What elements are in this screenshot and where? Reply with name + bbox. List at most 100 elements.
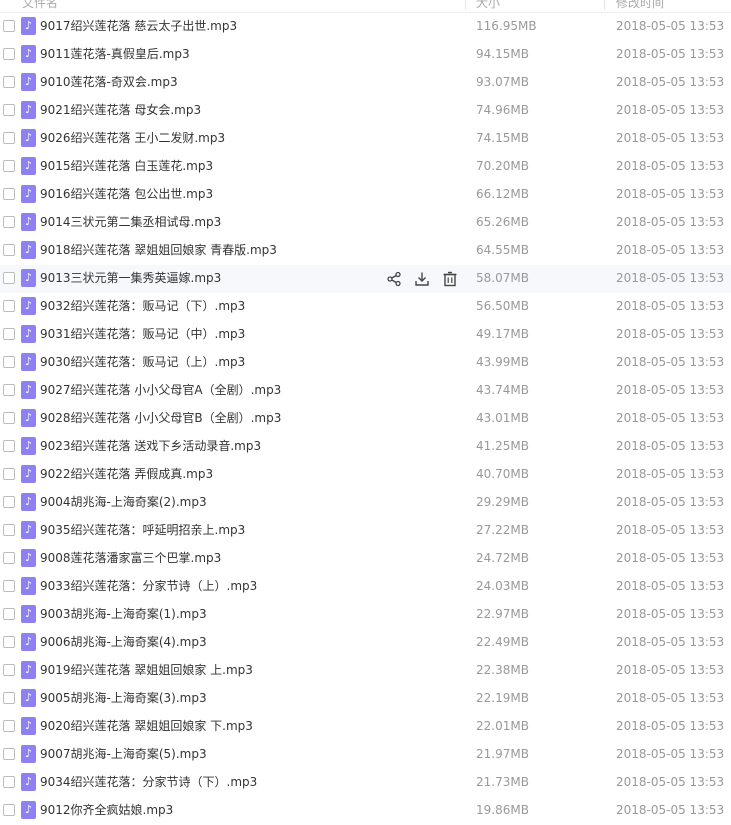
row-checkbox[interactable] bbox=[3, 104, 15, 116]
row-checkbox[interactable] bbox=[3, 608, 15, 620]
file-size: 93.07MB bbox=[476, 75, 529, 89]
file-modified-time: 2018-05-05 13:53 bbox=[616, 75, 725, 89]
file-row[interactable]: ♪ 9010莲花落-奇双会.mp3 93.07MB 2018-05-05 13:53 bbox=[0, 69, 731, 97]
file-row[interactable]: ♪ 9027绍兴莲花落 小小父母官A（全剧）.mp3 43.74MB 2018-05-… bbox=[0, 377, 731, 405]
row-checkbox[interactable] bbox=[3, 48, 15, 60]
row-checkbox[interactable] bbox=[3, 76, 15, 88]
file-row[interactable]: ♪ 9003胡兆海-上海奇案(1).mp3 22.97MB 2018-05-05 13… bbox=[0, 601, 731, 629]
file-row[interactable]: ♪ 9035绍兴莲花落：呼延明招亲上.mp3 27.22MB 2018-05-05 1… bbox=[0, 517, 731, 545]
file-name[interactable]: 9017绍兴莲花落 慈云太子出世.mp3 bbox=[40, 13, 237, 40]
file-row[interactable]: ♪ 9022绍兴莲花落 弄假成真.mp3 40.70MB 2018-05-05 13:… bbox=[0, 461, 731, 489]
file-name[interactable]: 9021绍兴莲花落 母女会.mp3 bbox=[40, 97, 201, 124]
header-size[interactable]: 大小 bbox=[476, 0, 500, 11]
file-row[interactable]: ♪ 9015绍兴莲花落 白玉莲花.mp3 70.20MB 2018-05-05 13:… bbox=[0, 153, 731, 181]
file-name[interactable]: 9004胡兆海-上海奇案(2).mp3 bbox=[40, 489, 207, 516]
file-name[interactable]: 9027绍兴莲花落 小小父母官A（全剧）.mp3 bbox=[40, 377, 281, 404]
file-row[interactable]: ♪ 9031绍兴莲花落：贩马记（中）.mp3 49.17MB 2018-05-05 1… bbox=[0, 321, 731, 349]
file-name[interactable]: 9033绍兴莲花落：分家节诗（上）.mp3 bbox=[40, 573, 257, 600]
file-row[interactable]: ♪ 9033绍兴莲花落：分家节诗（上）.mp3 24.03MB 2018-05-05 … bbox=[0, 573, 731, 601]
row-checkbox[interactable] bbox=[3, 552, 15, 564]
row-checkbox[interactable] bbox=[3, 356, 15, 368]
file-name[interactable]: 9031绍兴莲花落：贩马记（中）.mp3 bbox=[40, 321, 245, 348]
file-row[interactable]: ♪ 9012你齐全疯姑娘.mp3 19.86MB 2018-05-05 13:53 bbox=[0, 797, 731, 825]
file-row[interactable]: ♪ 9006胡兆海-上海奇案(4).mp3 22.49MB 2018-05-05 13… bbox=[0, 629, 731, 657]
row-checkbox[interactable] bbox=[3, 20, 15, 32]
file-row[interactable]: ♪ 9030绍兴莲花落：贩马记（上）.mp3 43.99MB 2018-05-05 1… bbox=[0, 349, 731, 377]
file-name[interactable]: 9035绍兴莲花落：呼延明招亲上.mp3 bbox=[40, 517, 245, 544]
file-name[interactable]: 9030绍兴莲花落：贩马记（上）.mp3 bbox=[40, 349, 245, 376]
share-icon[interactable] bbox=[386, 271, 402, 287]
file-row[interactable]: ♪ 9014三状元第二集丞相试母.mp3 65.26MB 2018-05-05 13:… bbox=[0, 209, 731, 237]
file-name[interactable]: 9013三状元第一集秀英逼嫁.mp3 bbox=[40, 265, 221, 292]
file-row[interactable]: ♪ 9011莲花落-真假皇后.mp3 94.15MB 2018-05-05 13:53 bbox=[0, 41, 731, 69]
file-name[interactable]: 9019绍兴莲花落 翠姐姐回娘家 上.mp3 bbox=[40, 657, 253, 684]
file-name[interactable]: 9006胡兆海-上海奇案(4).mp3 bbox=[40, 629, 207, 656]
file-name[interactable]: 9032绍兴莲花落：贩马记（下）.mp3 bbox=[40, 293, 245, 320]
row-checkbox[interactable] bbox=[3, 664, 15, 676]
file-name[interactable]: 9005胡兆海-上海奇案(3).mp3 bbox=[40, 685, 207, 712]
row-checkbox[interactable] bbox=[3, 440, 15, 452]
file-row[interactable]: ♪ 9005胡兆海-上海奇案(3).mp3 22.19MB 2018-05-05 13… bbox=[0, 685, 731, 713]
file-row[interactable]: ♪ 9026绍兴莲花落 王小二发财.mp3 74.15MB 2018-05-05 13… bbox=[0, 125, 731, 153]
file-name[interactable]: 9014三状元第二集丞相试母.mp3 bbox=[40, 209, 221, 236]
file-name[interactable]: 9016绍兴莲花落 包公出世.mp3 bbox=[40, 181, 213, 208]
row-checkbox[interactable] bbox=[3, 300, 15, 312]
row-checkbox[interactable] bbox=[3, 132, 15, 144]
row-checkbox[interactable] bbox=[3, 272, 15, 284]
file-row[interactable]: ♪ 9023绍兴莲花落 送戏下乡活动录音.mp3 41.25MB 2018-05-05… bbox=[0, 433, 731, 461]
row-checkbox[interactable] bbox=[3, 216, 15, 228]
file-size: 21.97MB bbox=[476, 747, 529, 761]
file-row[interactable]: ♪ 9013三状元第一集秀英逼嫁.mp3 58.07MB 2018-05-05 13:… bbox=[0, 265, 731, 293]
file-row[interactable]: ♪ 9019绍兴莲花落 翠姐姐回娘家 上.mp3 22.38MB 2018-05-05… bbox=[0, 657, 731, 685]
row-checkbox[interactable] bbox=[3, 720, 15, 732]
file-row[interactable]: ♪ 9028绍兴莲花落 小小父母官B（全剧）.mp3 43.01MB 2018-05-… bbox=[0, 405, 731, 433]
row-checkbox[interactable] bbox=[3, 384, 15, 396]
file-name[interactable]: 9018绍兴莲花落 翠姐姐回娘家 青春版.mp3 bbox=[40, 237, 277, 264]
row-checkbox[interactable] bbox=[3, 188, 15, 200]
file-row[interactable]: ♪ 9016绍兴莲花落 包公出世.mp3 66.12MB 2018-05-05 13:… bbox=[0, 181, 731, 209]
download-icon[interactable] bbox=[414, 271, 430, 287]
file-row[interactable]: ♪ 9034绍兴莲花落：分家节诗（下）.mp3 21.73MB 2018-05-05 … bbox=[0, 769, 731, 797]
header-time[interactable]: 修改时间 bbox=[616, 0, 664, 11]
file-row[interactable]: ♪ 9017绍兴莲花落 慈云太子出世.mp3 116.95MB 2018-05-05 … bbox=[0, 13, 731, 41]
file-row[interactable]: ♪ 9007胡兆海-上海奇案(5).mp3 21.97MB 2018-05-05 13… bbox=[0, 741, 731, 769]
row-checkbox[interactable] bbox=[3, 636, 15, 648]
trash-icon[interactable] bbox=[442, 271, 458, 287]
file-row[interactable]: ♪ 9021绍兴莲花落 母女会.mp3 74.96MB 2018-05-05 13:5… bbox=[0, 97, 731, 125]
file-name[interactable]: 9015绍兴莲花落 白玉莲花.mp3 bbox=[40, 153, 213, 180]
row-checkbox[interactable] bbox=[3, 748, 15, 760]
row-checkbox[interactable] bbox=[3, 524, 15, 536]
row-checkbox[interactable] bbox=[3, 804, 15, 816]
file-name[interactable]: 9008莲花落潘家富三个巴掌.mp3 bbox=[40, 545, 221, 572]
file-name[interactable]: 9028绍兴莲花落 小小父母官B（全剧）.mp3 bbox=[40, 405, 281, 432]
file-name[interactable]: 9012你齐全疯姑娘.mp3 bbox=[40, 797, 173, 824]
file-name[interactable]: 9026绍兴莲花落 王小二发财.mp3 bbox=[40, 125, 225, 152]
row-checkbox[interactable] bbox=[3, 496, 15, 508]
row-checkbox[interactable] bbox=[3, 468, 15, 480]
row-checkbox[interactable] bbox=[3, 328, 15, 340]
file-row[interactable]: ♪ 9008莲花落潘家富三个巴掌.mp3 24.72MB 2018-05-05 13:… bbox=[0, 545, 731, 573]
file-name[interactable]: 9034绍兴莲花落：分家节诗（下）.mp3 bbox=[40, 769, 257, 796]
row-checkbox[interactable] bbox=[3, 692, 15, 704]
file-modified-time: 2018-05-05 13:53 bbox=[616, 299, 725, 313]
header-name[interactable]: 文件名 bbox=[22, 0, 58, 11]
row-checkbox[interactable] bbox=[3, 580, 15, 592]
music-note-icon: ♪ bbox=[21, 297, 36, 315]
row-checkbox[interactable] bbox=[3, 160, 15, 172]
row-checkbox[interactable] bbox=[3, 776, 15, 788]
row-checkbox[interactable] bbox=[3, 244, 15, 256]
music-note-icon: ♪ bbox=[21, 633, 36, 651]
file-name[interactable]: 9011莲花落-真假皇后.mp3 bbox=[40, 41, 190, 68]
file-row[interactable]: ♪ 9020绍兴莲花落 翠姐姐回娘家 下.mp3 22.01MB 2018-05-05… bbox=[0, 713, 731, 741]
file-name[interactable]: 9023绍兴莲花落 送戏下乡活动录音.mp3 bbox=[40, 433, 261, 460]
row-checkbox[interactable] bbox=[3, 412, 15, 424]
file-name[interactable]: 9010莲花落-奇双会.mp3 bbox=[40, 69, 178, 96]
file-name[interactable]: 9007胡兆海-上海奇案(5).mp3 bbox=[40, 741, 207, 768]
file-name[interactable]: 9020绍兴莲花落 翠姐姐回娘家 下.mp3 bbox=[40, 713, 253, 740]
file-row[interactable]: ♪ 9032绍兴莲花落：贩马记（下）.mp3 56.50MB 2018-05-05 1… bbox=[0, 293, 731, 321]
file-row[interactable]: ♪ 9004胡兆海-上海奇案(2).mp3 29.29MB 2018-05-05 13… bbox=[0, 489, 731, 517]
music-note-icon: ♪ bbox=[21, 353, 36, 371]
file-name[interactable]: 9022绍兴莲花落 弄假成真.mp3 bbox=[40, 461, 213, 488]
file-row[interactable]: ♪ 9018绍兴莲花落 翠姐姐回娘家 青春版.mp3 64.55MB 2018-05-… bbox=[0, 237, 731, 265]
file-name[interactable]: 9003胡兆海-上海奇案(1).mp3 bbox=[40, 601, 207, 628]
